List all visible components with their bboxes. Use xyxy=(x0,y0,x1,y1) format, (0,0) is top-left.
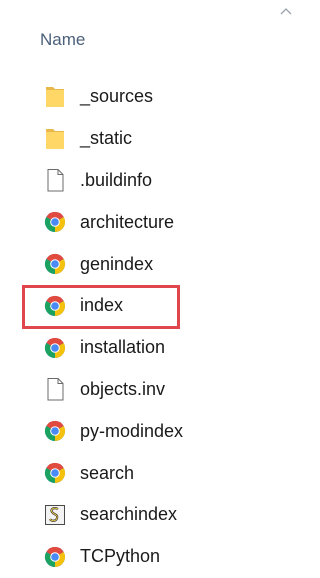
file-name: installation xyxy=(80,337,166,358)
file-row-py-modindex[interactable]: py-modindex xyxy=(0,410,296,452)
file-list: _sources _static .buildinfo architecture… xyxy=(0,76,296,578)
file-name: TCPython xyxy=(80,546,161,567)
chrome-html-icon xyxy=(42,544,68,570)
name-column-header[interactable]: Name xyxy=(40,30,85,50)
blank-file-icon xyxy=(42,167,68,193)
file-name: py-modindex xyxy=(80,420,184,441)
chrome-html-icon xyxy=(42,251,68,277)
file-row-index[interactable]: index xyxy=(0,285,296,327)
file-row-sources[interactable]: _sources xyxy=(0,76,296,118)
file-row-search[interactable]: search xyxy=(0,452,296,494)
file-row-searchindex[interactable]: searchindex xyxy=(0,494,296,536)
chrome-html-icon xyxy=(42,293,68,319)
file-name: genindex xyxy=(80,253,154,274)
chrome-html-icon xyxy=(42,460,68,486)
sort-ascending-icon[interactable] xyxy=(279,6,293,16)
file-name: _sources xyxy=(80,86,154,107)
file-row-static[interactable]: _static xyxy=(0,118,296,160)
chrome-html-icon xyxy=(42,418,68,444)
folder-icon xyxy=(42,84,68,110)
file-row-buildinfo[interactable]: .buildinfo xyxy=(0,160,296,202)
file-row-tcpython[interactable]: TCPython xyxy=(0,536,296,578)
file-name: objects.inv xyxy=(80,378,166,399)
file-name: .buildinfo xyxy=(80,169,153,190)
file-row-architecture[interactable]: architecture xyxy=(0,201,296,243)
file-name: searchindex xyxy=(80,504,178,525)
file-name: index xyxy=(80,295,124,316)
chrome-html-icon xyxy=(42,335,68,361)
blank-file-icon xyxy=(42,376,68,402)
folder-icon xyxy=(42,126,68,152)
file-name: search xyxy=(80,462,135,483)
file-row-genindex[interactable]: genindex xyxy=(0,243,296,285)
chrome-html-icon xyxy=(42,209,68,235)
file-name: _static xyxy=(80,128,133,149)
file-row-installation[interactable]: installation xyxy=(0,327,296,369)
file-name: architecture xyxy=(80,211,175,232)
file-row-objects-inv[interactable]: objects.inv xyxy=(0,369,296,411)
script-file-icon xyxy=(42,502,68,528)
